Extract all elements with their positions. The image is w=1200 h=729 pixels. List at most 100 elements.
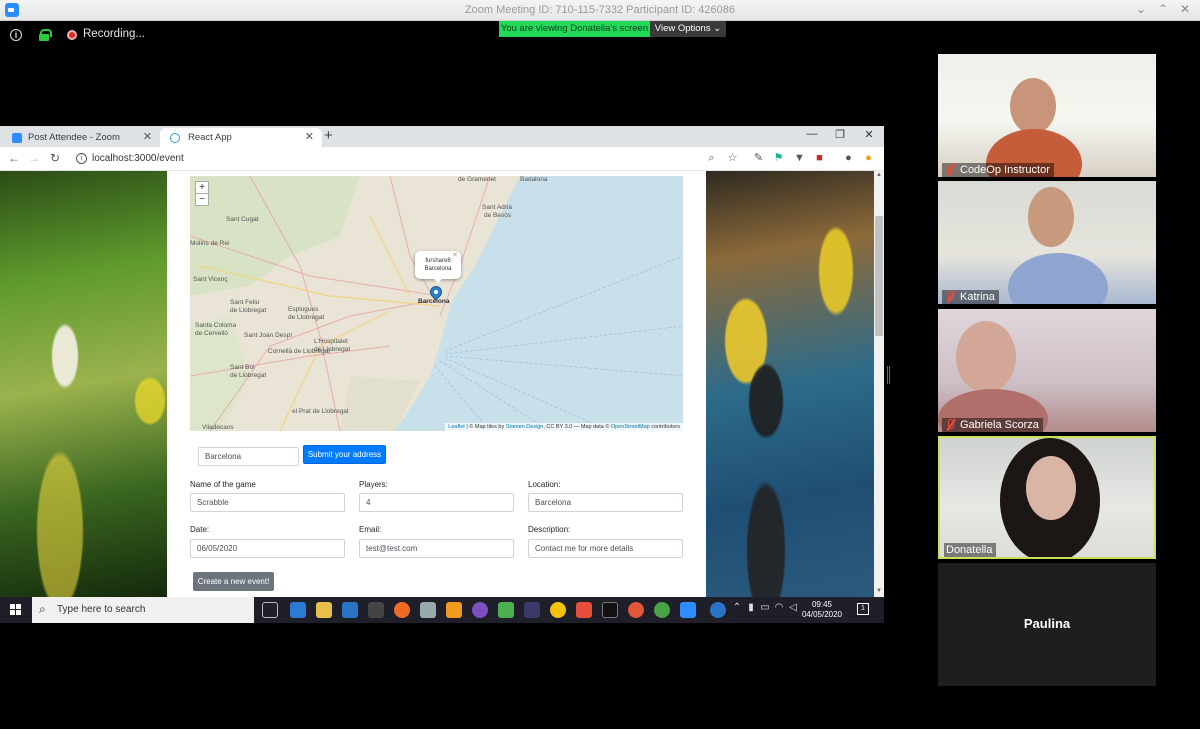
map-zoom-out-button[interactable]: − bbox=[195, 193, 209, 206]
sublime-icon[interactable] bbox=[446, 602, 462, 618]
browser-restore-icon[interactable]: ❐ bbox=[832, 128, 848, 141]
scroll-thumb[interactable] bbox=[875, 216, 883, 336]
zoom-magnifier-icon[interactable]: ⌕ bbox=[705, 152, 718, 165]
tab-close-icon[interactable]: ✕ bbox=[143, 128, 152, 147]
forward-arrow-icon[interactable]: → bbox=[27, 151, 41, 165]
scroll-down-icon[interactable]: ▼ bbox=[874, 588, 884, 594]
app-icon[interactable] bbox=[420, 602, 436, 618]
app-icon[interactable] bbox=[368, 602, 384, 618]
clock-time: 09:45 bbox=[811, 600, 833, 609]
address-bar[interactable]: localhost:3000/event bbox=[92, 153, 184, 164]
taskbar-search-box[interactable]: ⌕ Type here to search bbox=[32, 597, 254, 623]
tab-close-icon[interactable]: ✕ bbox=[305, 128, 314, 147]
participant-tile[interactable]: CodeOp Instructor bbox=[938, 54, 1156, 177]
popup-close-icon[interactable]: ✕ bbox=[452, 252, 458, 260]
browser-tab-strip: Post Attendee - Zoom ✕ React App ✕ + — ❐… bbox=[0, 126, 884, 147]
app-icon[interactable] bbox=[524, 602, 540, 618]
windows-taskbar: ⌕ Type here to search ⌃ ▮ ▭ ◠ ◁ 09:45 04… bbox=[0, 597, 884, 623]
vue-devtools-icon[interactable]: ▼ bbox=[793, 152, 806, 165]
participant-name: CodeOp Instructor bbox=[960, 164, 1050, 176]
attribution-osm-link[interactable]: OpenStreetMap bbox=[611, 424, 650, 430]
app-icon[interactable] bbox=[472, 602, 488, 618]
tab-label: Post Attendee - Zoom bbox=[28, 132, 120, 143]
participant-tile[interactable]: Katrina bbox=[938, 181, 1156, 304]
zoom-app-icon[interactable] bbox=[680, 602, 696, 618]
description-input[interactable]: Contact me for more details bbox=[528, 539, 683, 558]
participant-tile-active-speaker[interactable]: Donatella bbox=[938, 436, 1156, 559]
extension-icon[interactable]: ⚑ bbox=[772, 152, 785, 165]
game-name-label: Name of the game bbox=[190, 480, 256, 489]
participant-tile[interactable]: Gabriela Scorza bbox=[938, 309, 1156, 432]
participant-name: Donatella bbox=[946, 544, 993, 556]
participant-name: Paulina bbox=[1023, 616, 1071, 631]
zoom-favicon-icon bbox=[12, 133, 22, 143]
browser-close-icon[interactable]: ✕ bbox=[861, 128, 877, 141]
firefox-icon[interactable] bbox=[394, 602, 410, 618]
map-label: Molins de Rei bbox=[190, 240, 230, 247]
address-input[interactable]: Barcelona bbox=[198, 447, 299, 466]
view-options-button[interactable]: View Options ⌄ bbox=[650, 21, 726, 37]
git-icon[interactable] bbox=[576, 602, 592, 618]
email-input[interactable]: test@test.com bbox=[359, 539, 514, 558]
file-explorer-icon[interactable] bbox=[316, 602, 332, 618]
scroll-up-icon[interactable]: ▲ bbox=[874, 172, 884, 178]
description-label: Description: bbox=[528, 525, 571, 534]
participant-video bbox=[1008, 253, 1108, 304]
tray-chevron-icon[interactable]: ⌃ bbox=[730, 602, 744, 613]
back-arrow-icon[interactable]: ← bbox=[7, 151, 21, 165]
minimize-icon[interactable]: ⌄ bbox=[1133, 2, 1149, 16]
meeting-info-icon[interactable]: i bbox=[10, 29, 22, 41]
resize-handle[interactable] bbox=[887, 366, 890, 384]
profile-avatar-icon[interactable]: ● bbox=[842, 152, 855, 165]
players-input[interactable]: 4 bbox=[359, 493, 514, 512]
help-icon[interactable] bbox=[710, 602, 726, 618]
wifi-icon[interactable]: ◠ bbox=[772, 602, 786, 613]
map-label: el Prat de Llobregat bbox=[292, 408, 349, 415]
mail-icon[interactable] bbox=[342, 602, 358, 618]
date-input[interactable]: 06/05/2020 bbox=[190, 539, 345, 558]
bookmark-star-icon[interactable]: ☆ bbox=[726, 152, 739, 165]
react-favicon-icon bbox=[170, 133, 180, 143]
task-view-icon[interactable] bbox=[262, 602, 278, 618]
volume-icon[interactable]: ◁ bbox=[786, 602, 800, 613]
battery-icon[interactable]: ▭ bbox=[758, 602, 772, 613]
attribution-text: contributors bbox=[649, 424, 680, 430]
windows-start-icon[interactable] bbox=[10, 604, 22, 616]
taskbar-clock[interactable]: 09:45 04/05/2020 bbox=[800, 600, 844, 620]
new-tab-icon[interactable]: + bbox=[324, 127, 333, 144]
encryption-lock-icon[interactable] bbox=[38, 29, 52, 41]
microphone-icon[interactable]: ▮ bbox=[744, 602, 758, 613]
tab-post-attendee[interactable]: Post Attendee - Zoom ✕ bbox=[0, 128, 160, 147]
create-event-button[interactable]: Create a new event! bbox=[193, 572, 274, 591]
event-map[interactable]: + − de Gramenet Badalona Sant Adrià de B… bbox=[190, 176, 683, 431]
chrome-icon[interactable] bbox=[550, 602, 566, 618]
attribution-stamen-link[interactable]: Stamen Design bbox=[506, 424, 544, 430]
node-icon[interactable] bbox=[498, 602, 514, 618]
reload-icon[interactable]: ↻ bbox=[48, 151, 62, 165]
browser-minimize-icon[interactable]: — bbox=[804, 128, 820, 140]
extension-orange-icon[interactable]: ● bbox=[862, 152, 875, 165]
location-input[interactable]: Barcelona bbox=[528, 493, 683, 512]
postman-icon[interactable] bbox=[628, 602, 644, 618]
vscode-icon[interactable] bbox=[290, 602, 306, 618]
map-label: Esplugues bbox=[288, 306, 319, 313]
submit-address-button[interactable]: Submit your address bbox=[303, 445, 386, 464]
map-label: Viladecans bbox=[202, 424, 234, 431]
mongodb-icon[interactable] bbox=[654, 602, 670, 618]
participant-tile-video-off[interactable]: Paulina bbox=[938, 563, 1156, 686]
maximize-icon[interactable]: ⌃ bbox=[1155, 2, 1171, 16]
recording-label: Recording... bbox=[83, 28, 146, 40]
board-game-background-right bbox=[706, 171, 874, 597]
game-name-input[interactable]: Scrabble bbox=[190, 493, 345, 512]
page-scrollbar[interactable]: ▲ ▼ bbox=[874, 171, 884, 597]
map-marker-popup: ✕ furshare8 Barcelona bbox=[415, 251, 461, 283]
attribution-leaflet-link[interactable]: Leaflet bbox=[448, 424, 465, 430]
site-info-icon[interactable]: i bbox=[76, 153, 87, 164]
extension-red-icon[interactable]: ■ bbox=[813, 152, 826, 165]
search-icon: ⌕ bbox=[39, 602, 46, 616]
terminal-icon[interactable] bbox=[602, 602, 618, 618]
notifications-icon[interactable]: 1 bbox=[857, 603, 869, 615]
eyedropper-extension-icon[interactable]: ✎ bbox=[752, 152, 765, 165]
tab-react-app[interactable]: React App ✕ bbox=[160, 128, 322, 147]
close-icon[interactable]: ✕ bbox=[1177, 2, 1193, 16]
